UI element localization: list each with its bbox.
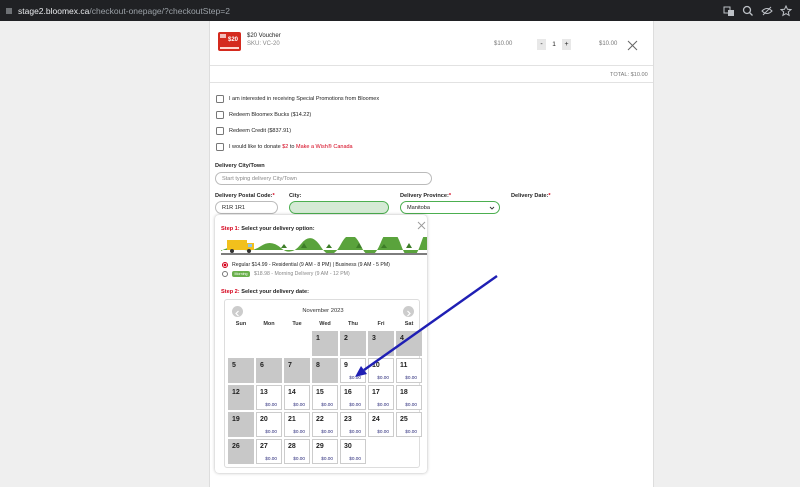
annotation-arrow: [355, 275, 498, 377]
